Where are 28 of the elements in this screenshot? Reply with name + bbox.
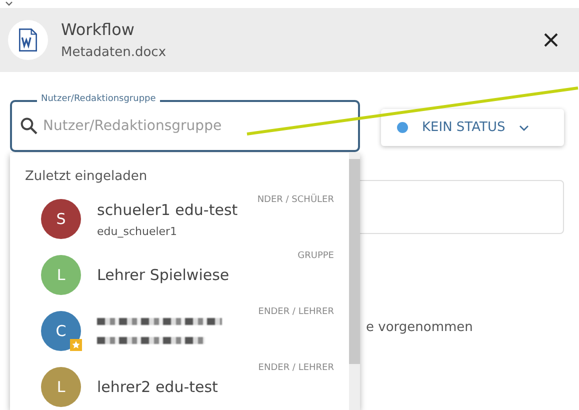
- close-icon[interactable]: [543, 32, 559, 48]
- word-document-icon: [8, 20, 48, 60]
- avatar: C: [41, 311, 81, 351]
- user-id: edu_schueler1: [97, 224, 178, 238]
- suggestion-item[interactable]: L lehrer2 edu-test ENDER / LEHRER: [10, 359, 360, 410]
- avatar: L: [41, 367, 81, 407]
- file-name: Metadaten.docx: [61, 45, 168, 60]
- user-name: schueler1 edu-test: [97, 200, 239, 218]
- dialog-title: Workflow: [61, 20, 136, 39]
- group-name: Lehrer Spielwiese: [97, 266, 230, 284]
- chevron-down-icon: [5, 1, 13, 6]
- avatar: L: [41, 255, 81, 295]
- suggestion-item[interactable]: C ENDER / LEHRER: [10, 303, 360, 359]
- suggestion-item[interactable]: L Lehrer Spielwiese GRUPPE: [10, 247, 360, 303]
- section-heading: Zuletzt eingeladen: [24, 168, 148, 186]
- role-label: ENDER / LEHRER: [258, 363, 334, 373]
- field-label: Nutzer/Redaktionsgruppe: [37, 93, 160, 106]
- history-text: e vorgenommen: [366, 320, 474, 335]
- role-label: GRUPPE: [298, 251, 334, 261]
- chevron-down-icon: [519, 124, 530, 130]
- suggestion-item[interactable]: S schueler1 edu-test edu_schueler1 NDER / SCHÜLER: [10, 191, 360, 247]
- status-dropdown[interactable]: KEIN STATUS: [381, 109, 564, 146]
- role-label: ENDER / LEHRER: [258, 307, 334, 317]
- scrollbar[interactable]: [349, 153, 360, 410]
- role-label: NDER / SCHÜLER: [257, 195, 334, 205]
- user-name: lehrer2 edu-test: [97, 378, 219, 396]
- search-icon: [20, 117, 38, 135]
- avatar: S: [41, 199, 81, 239]
